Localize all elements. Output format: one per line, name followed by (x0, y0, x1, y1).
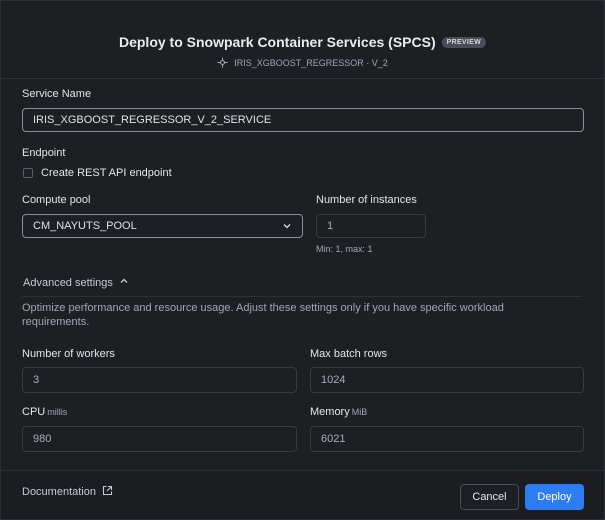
header-divider (1, 78, 604, 79)
cpu-input[interactable]: 980 (22, 426, 297, 452)
rest-endpoint-label[interactable]: Create REST API endpoint (41, 167, 172, 179)
memory-input[interactable]: 6021 (310, 426, 584, 452)
cpu-unit: millis (47, 407, 68, 417)
batch-rows-input[interactable]: 1024 (310, 367, 584, 393)
rest-endpoint-checkbox[interactable] (23, 168, 33, 178)
dialog-title: Deploy to Snowpark Container Services (S… (118, 34, 436, 50)
instances-input[interactable]: 1 (316, 214, 426, 238)
preview-badge: PREVIEW (441, 36, 487, 48)
advanced-divider (22, 296, 582, 297)
service-name-input[interactable]: IRIS_XGBOOST_REGRESSOR_V_2_SERVICE (22, 108, 584, 132)
dialog-header: Deploy to Snowpark Container Services (S… (1, 1, 604, 68)
memory-label: Memory MiB (310, 406, 367, 418)
workers-input[interactable]: 3 (22, 367, 297, 393)
batch-rows-label: Max batch rows (310, 348, 388, 360)
service-name-label: Service Name (22, 88, 92, 100)
instances-hint: Min: 1, max: 1 (316, 244, 373, 254)
advanced-description: Optimize performance and resource usage.… (22, 302, 504, 328)
endpoint-label: Endpoint (22, 147, 66, 159)
memory-label-text: Memory (310, 406, 350, 418)
cancel-button[interactable]: Cancel (460, 484, 519, 510)
advanced-settings-toggle[interactable]: Advanced settings (23, 276, 129, 289)
compute-pool-value: CM_NAYUTS_POOL (33, 220, 137, 232)
deploy-dialog: Deploy to Snowpark Container Services (S… (0, 0, 605, 520)
model-name: IRIS_XGBOOST_REGRESSOR · V_2 (234, 57, 388, 68)
cpu-label-text: CPU (22, 406, 46, 418)
chevron-down-icon (282, 221, 292, 231)
advanced-settings-label: Advanced settings (23, 276, 113, 289)
documentation-link[interactable]: Documentation (22, 485, 113, 499)
instances-label: Number of instances (316, 194, 417, 206)
dialog-footer: Documentation Cancel Deploy (1, 470, 604, 519)
compute-pool-select[interactable]: CM_NAYUTS_POOL (22, 214, 303, 238)
cpu-label: CPU millis (22, 406, 67, 418)
memory-unit: MiB (351, 407, 368, 417)
compute-pool-label: Compute pool (22, 194, 91, 206)
external-link-icon (102, 485, 113, 499)
model-icon (217, 57, 228, 68)
deploy-button[interactable]: Deploy (525, 484, 584, 510)
documentation-label: Documentation (22, 486, 96, 498)
chevron-up-icon (119, 276, 129, 289)
workers-label: Number of workers (22, 348, 115, 360)
